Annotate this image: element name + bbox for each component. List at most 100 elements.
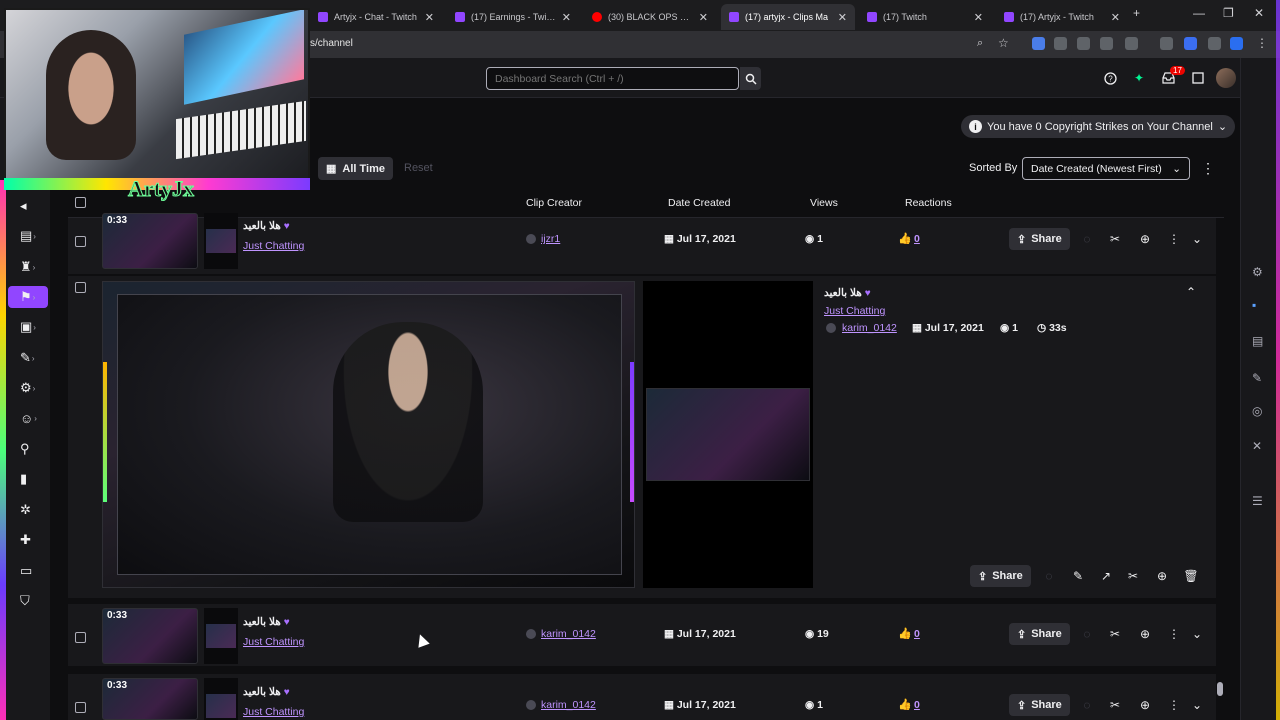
close-tab-icon[interactable]: ✕ — [425, 11, 434, 24]
close-tab-icon[interactable]: ✕ — [838, 11, 847, 24]
whispers-icon[interactable] — [1191, 71, 1205, 85]
share-button[interactable]: ⇪ Share — [970, 565, 1031, 587]
quick-action-close-icon[interactable]: ✕ — [1252, 439, 1266, 453]
nav-item-community[interactable]: ♜ › — [20, 259, 36, 275]
close-tab-icon[interactable]: ✕ — [562, 11, 571, 24]
quick-action-gamepad-icon[interactable]: ◎ — [1252, 404, 1266, 418]
row-checkbox[interactable] — [75, 236, 86, 247]
close-window-icon[interactable]: ✕ — [1254, 6, 1264, 20]
expanded-clip-title[interactable]: هلا بالعيد ♥ — [824, 287, 871, 299]
sort-select[interactable]: Date Created (Newest First) ⌄ — [1022, 157, 1190, 180]
clip-creator-link[interactable]: karim_0142 — [541, 699, 596, 711]
nav-item-creator-camp[interactable]: ⚲ — [20, 441, 36, 457]
clip-thumbnail[interactable]: 0:33 — [102, 678, 198, 720]
dashboard-search-input[interactable] — [486, 67, 739, 90]
clip-category-link[interactable]: Just Chatting — [243, 706, 304, 718]
close-tab-icon[interactable]: ✕ — [699, 11, 708, 24]
nav-item-monetization[interactable]: ▣ › — [20, 319, 36, 335]
new-tab-button[interactable]: + — [1133, 6, 1140, 20]
clip-thumbnail[interactable]: 0:33 — [102, 608, 198, 664]
vertical-preview-thumbnail[interactable] — [646, 388, 810, 481]
edit-pencil-icon[interactable]: ✎ — [1071, 569, 1085, 583]
quick-action-edit-icon[interactable]: ✎ — [1252, 371, 1266, 385]
browser-tab[interactable]: (30) BLACK OPS 2 ZOMBIE ✕ — [584, 4, 716, 30]
add-circle-icon[interactable]: ⊕ — [1138, 698, 1152, 712]
clip-video-player[interactable] — [102, 281, 635, 588]
nav-item-achievements[interactable]: ✲ — [20, 502, 36, 518]
expanded-category-link[interactable]: Just Chatting — [824, 305, 885, 317]
browser-tab-active[interactable]: (17) artyjx - Clips Ma ✕ — [721, 4, 855, 30]
collapse-chevron-up-icon[interactable]: ⌃ — [1184, 285, 1198, 299]
add-circle-icon[interactable]: ⊕ — [1138, 232, 1152, 246]
maximize-icon[interactable]: ❐ — [1223, 6, 1234, 20]
reactions-count[interactable]: 0 — [914, 233, 920, 245]
nav-item-video[interactable]: ▮ — [20, 471, 36, 487]
select-all-checkbox[interactable] — [75, 197, 86, 208]
clip-category-link[interactable]: Just Chatting — [243, 636, 304, 648]
clip-thumbnail[interactable]: 0:33 — [102, 213, 198, 269]
nav-item-settings[interactable]: ⚙ › — [20, 380, 36, 396]
more-options-icon[interactable]: ⋮ — [1167, 627, 1181, 641]
clip-title[interactable]: هلا بالعيد ♥ — [243, 616, 290, 628]
quick-action-icon[interactable]: ⚙ — [1252, 265, 1266, 279]
row-checkbox[interactable] — [75, 632, 86, 643]
nav-item-emotes[interactable]: ☺ › — [20, 410, 37, 426]
reset-button[interactable]: Reset — [404, 162, 433, 174]
share-button[interactable]: ⇪ Share — [1009, 694, 1070, 716]
profile-icon[interactable] — [1208, 37, 1221, 50]
row-checkbox[interactable] — [75, 282, 86, 293]
playlist-icon[interactable] — [1160, 37, 1173, 50]
reactions-count[interactable]: 0 — [914, 628, 920, 640]
extension-icon[interactable] — [1230, 37, 1243, 50]
more-options-icon[interactable]: ⋮ — [1167, 232, 1181, 246]
nav-item-safety[interactable]: ⛉ — [20, 593, 36, 609]
nav-item-stream-manager[interactable]: ◂ — [20, 198, 36, 214]
scissors-icon[interactable]: ✂ — [1108, 627, 1122, 641]
share-button[interactable]: ⇪ Share — [1009, 623, 1070, 645]
scrollbar-thumb[interactable] — [1217, 682, 1223, 696]
delete-trash-icon[interactable]: 🗑 — [1183, 569, 1198, 583]
extension-icon[interactable] — [1077, 37, 1090, 50]
column-header-date-created[interactable]: Date Created — [668, 197, 730, 209]
column-header-views[interactable]: Views — [810, 197, 838, 209]
close-tab-icon[interactable]: ✕ — [1111, 11, 1120, 24]
add-circle-icon[interactable]: ⊕ — [1155, 569, 1169, 583]
quick-action-chat-icon[interactable]: ▪ — [1252, 298, 1266, 312]
url-text[interactable]: s/channel — [310, 38, 353, 49]
reactions-count[interactable]: 0 — [914, 699, 920, 711]
extension-icon[interactable] — [1032, 37, 1045, 50]
sidebar-toggle-icon[interactable] — [1184, 37, 1197, 50]
nav-item-content[interactable]: ⚑ › — [20, 289, 36, 305]
share-button[interactable]: ⇪ Share — [1009, 228, 1070, 250]
browser-menu-icon[interactable]: ⋮ — [1256, 36, 1268, 50]
minimize-icon[interactable]: — — [1193, 6, 1205, 20]
nav-item-extensions[interactable]: ✚ — [20, 532, 36, 548]
scissors-icon[interactable]: ✂ — [1108, 232, 1122, 246]
browser-tab[interactable]: (17) Earnings - Twitch ✕ — [447, 4, 579, 30]
expanded-creator-link[interactable]: karim_0142 — [842, 322, 897, 334]
expand-chevron-down-icon[interactable]: ⌄ — [1190, 627, 1204, 641]
column-header-reactions[interactable]: Reactions — [905, 197, 952, 209]
clip-category-link[interactable]: Just Chatting — [243, 240, 304, 252]
expand-chevron-down-icon[interactable]: ⌄ — [1190, 232, 1204, 246]
extension-icon[interactable] — [1100, 37, 1113, 50]
nav-item-guide[interactable]: ▭ — [20, 563, 36, 579]
clip-title[interactable]: هلا بالعيد ♥ — [243, 686, 290, 698]
expand-chevron-down-icon[interactable]: ⌄ — [1190, 698, 1204, 712]
add-circle-icon[interactable]: ⊕ — [1138, 627, 1152, 641]
date-filter-button[interactable]: ▦ All Time — [318, 157, 393, 180]
quick-action-clip-icon[interactable]: ▤ — [1252, 334, 1266, 348]
bookmark-star-icon[interactable]: ☆ — [998, 36, 1009, 50]
nav-item-tools[interactable]: ✎ › — [20, 350, 36, 366]
more-options-icon[interactable]: ⋮ — [1167, 698, 1181, 712]
clip-creator-link[interactable]: karim_0142 — [541, 628, 596, 640]
user-avatar[interactable] — [1216, 68, 1236, 88]
help-icon[interactable]: ? — [1103, 71, 1117, 85]
browser-tab[interactable]: (17) Twitch ✕ — [859, 4, 991, 30]
clip-title[interactable]: هلا بالعيد ♥ — [243, 220, 290, 232]
extensions-puzzle-icon[interactable] — [1125, 37, 1138, 50]
scissors-icon[interactable]: ✂ — [1126, 569, 1140, 583]
nav-item-insights[interactable]: ▤ › — [20, 228, 36, 244]
clip-creator-link[interactable]: ijzr1 — [541, 233, 560, 245]
search-button[interactable] — [740, 67, 761, 90]
